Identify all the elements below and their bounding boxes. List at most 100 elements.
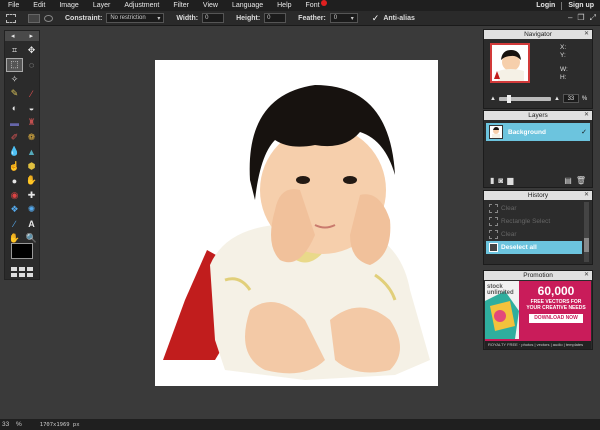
menu-language[interactable]: Language (225, 2, 270, 9)
layer-mask-icon[interactable]: ◙ (498, 176, 503, 185)
signup-link[interactable]: Sign up (568, 2, 594, 9)
scrollbar-thumb[interactable] (584, 238, 589, 252)
ellipse-mode-icon[interactable] (44, 14, 53, 22)
trash-icon[interactable]: 🗑 (576, 176, 586, 185)
login-link[interactable]: Login (536, 2, 555, 9)
drawing-icon[interactable]: ❁ (23, 130, 40, 145)
menu-edit[interactable]: Edit (26, 2, 52, 9)
promotion-banner[interactable]: stock unlimited 60,000 FREE VECTORS FOR … (485, 281, 591, 349)
antialias-checkbox[interactable]: ✓ (372, 13, 380, 24)
x-label: X: (560, 44, 567, 51)
restore-icon[interactable]: ❐ (577, 13, 584, 23)
zoom-input[interactable]: 33 (562, 94, 579, 103)
constraint-select[interactable]: No restriction ▾ (106, 13, 165, 23)
menu-font-label: Font (305, 2, 320, 9)
history-header[interactable]: History ✕ (484, 191, 592, 200)
navigator-header[interactable]: Navigator ✕ (484, 30, 592, 39)
foreground-color-swatch[interactable] (11, 243, 33, 259)
promo-footer: ROYALTY FREE · photos | vectors | audio … (485, 341, 591, 349)
width-input[interactable]: 0 (202, 13, 225, 23)
clear-icon (489, 204, 498, 213)
h-label: H: (560, 74, 567, 81)
menu-filter[interactable]: Filter (166, 2, 196, 9)
promotion-panel: Promotion ✕ stock unlimited 60,000 FREE … (483, 270, 593, 350)
layer-folder-icon[interactable]: ▆ (507, 176, 513, 185)
fullscreen-icon[interactable]: ⤢ (590, 13, 596, 23)
brush-icon[interactable]: ⁄ (23, 87, 40, 102)
sharpen-icon[interactable]: ▲ (23, 145, 40, 160)
tools-header[interactable]: ◂ ▸ (5, 31, 39, 41)
picker-icon[interactable]: ∕ (6, 217, 23, 232)
history-item[interactable]: Clear (486, 228, 582, 241)
gradient-icon[interactable]: ▬ (6, 116, 23, 131)
smudge-icon[interactable]: ☝ (6, 159, 23, 174)
account-links: Login Sign up (536, 0, 594, 11)
photo-child (163, 85, 430, 380)
dodge-icon[interactable]: ● (6, 174, 23, 189)
type-icon[interactable]: A (23, 217, 40, 232)
grid-icon[interactable] (11, 267, 33, 277)
image-canvas[interactable] (155, 60, 438, 386)
wand-icon[interactable]: ✧ (6, 72, 23, 87)
feather-select[interactable]: 0 ▾ (329, 13, 358, 23)
height-input[interactable]: 0 (264, 13, 287, 23)
bloat-icon[interactable]: ❖ (6, 203, 23, 218)
pencil-icon[interactable]: ✎ (6, 87, 23, 102)
pinch-icon[interactable]: ✺ (23, 203, 40, 218)
menu-adjustment[interactable]: Adjustment (117, 2, 166, 9)
close-icon[interactable]: ✕ (584, 111, 589, 120)
menu-layer[interactable]: Layer (86, 2, 118, 9)
eraser-icon[interactable]: ◐ (6, 101, 23, 116)
move-icon[interactable]: ✥ (23, 43, 40, 58)
arrow-right-icon[interactable]: ▸ (29, 32, 33, 40)
zoom-slider[interactable] (498, 94, 551, 103)
crop-icon[interactable]: ⌗ (6, 43, 23, 58)
status-zoom[interactable]: 33 (2, 421, 14, 428)
layers-header[interactable]: Layers ✕ (484, 111, 592, 120)
history-item[interactable]: Clear (486, 202, 582, 215)
history-item[interactable]: Rectangle Select (486, 215, 582, 228)
history-item-selected[interactable]: Deselect all (486, 241, 582, 254)
bucket-icon[interactable]: ◒ (23, 101, 40, 116)
promotion-header[interactable]: Promotion ✕ (484, 271, 592, 280)
blur-icon[interactable]: 💧 (6, 145, 23, 160)
zoom-out-icon[interactable]: ▲ (490, 96, 496, 102)
menu-help[interactable]: Help (270, 2, 298, 9)
rect-mode-icon[interactable] (28, 13, 40, 23)
history-scrollbar[interactable] (584, 202, 589, 262)
menu-file[interactable]: File (0, 2, 26, 9)
zoom-in-icon[interactable]: ▲ (554, 96, 560, 102)
constraint-label: Constraint: (65, 14, 103, 22)
menu-font[interactable]: Font (299, 0, 327, 9)
lasso-icon[interactable]: ◌ (23, 58, 40, 73)
tool-options-bar: Constraint: No restriction ▾ Width: 0 Hei… (0, 11, 600, 26)
menu-view[interactable]: View (196, 2, 225, 9)
marquee-icon[interactable]: ⬚ (6, 57, 23, 72)
spot-heal-icon[interactable]: ✚ (23, 188, 40, 203)
layer-row[interactable]: Background ✓ (486, 123, 590, 141)
close-icon[interactable]: ✕ (584, 191, 589, 200)
layer-style-icon[interactable]: ▮ (490, 176, 494, 185)
minimize-icon[interactable]: – (568, 13, 572, 23)
y-label: Y: (560, 52, 566, 59)
navigator-thumbnail[interactable] (490, 43, 530, 83)
history-item-label: Clear (501, 205, 517, 212)
history-item-label: Rectangle Select (501, 218, 551, 225)
close-icon[interactable]: ✕ (584, 271, 589, 280)
close-icon[interactable]: ✕ (584, 30, 589, 39)
zoom-slider-handle[interactable] (506, 94, 511, 103)
sponge-icon[interactable]: ⬢ (23, 159, 40, 174)
promotion-title: Promotion (523, 272, 553, 279)
new-layer-icon[interactable]: ▤ (564, 176, 572, 185)
antialias-label: Anti-alias (383, 14, 415, 22)
menu-image[interactable]: Image (52, 2, 85, 9)
promo-download-button[interactable]: DOWNLOAD NOW (529, 314, 583, 323)
visibility-check-icon[interactable]: ✓ (581, 128, 587, 136)
redeye-icon[interactable]: ◉ (6, 188, 23, 203)
color-replace-icon[interactable]: ✐ (6, 130, 23, 145)
constraint-value: No restriction (110, 15, 146, 21)
burn-icon[interactable]: ✋ (23, 174, 40, 189)
stamp-icon[interactable]: ♜ (23, 116, 40, 131)
arrow-left-icon[interactable]: ◂ (11, 32, 15, 40)
layers-title: Layers (528, 112, 548, 119)
